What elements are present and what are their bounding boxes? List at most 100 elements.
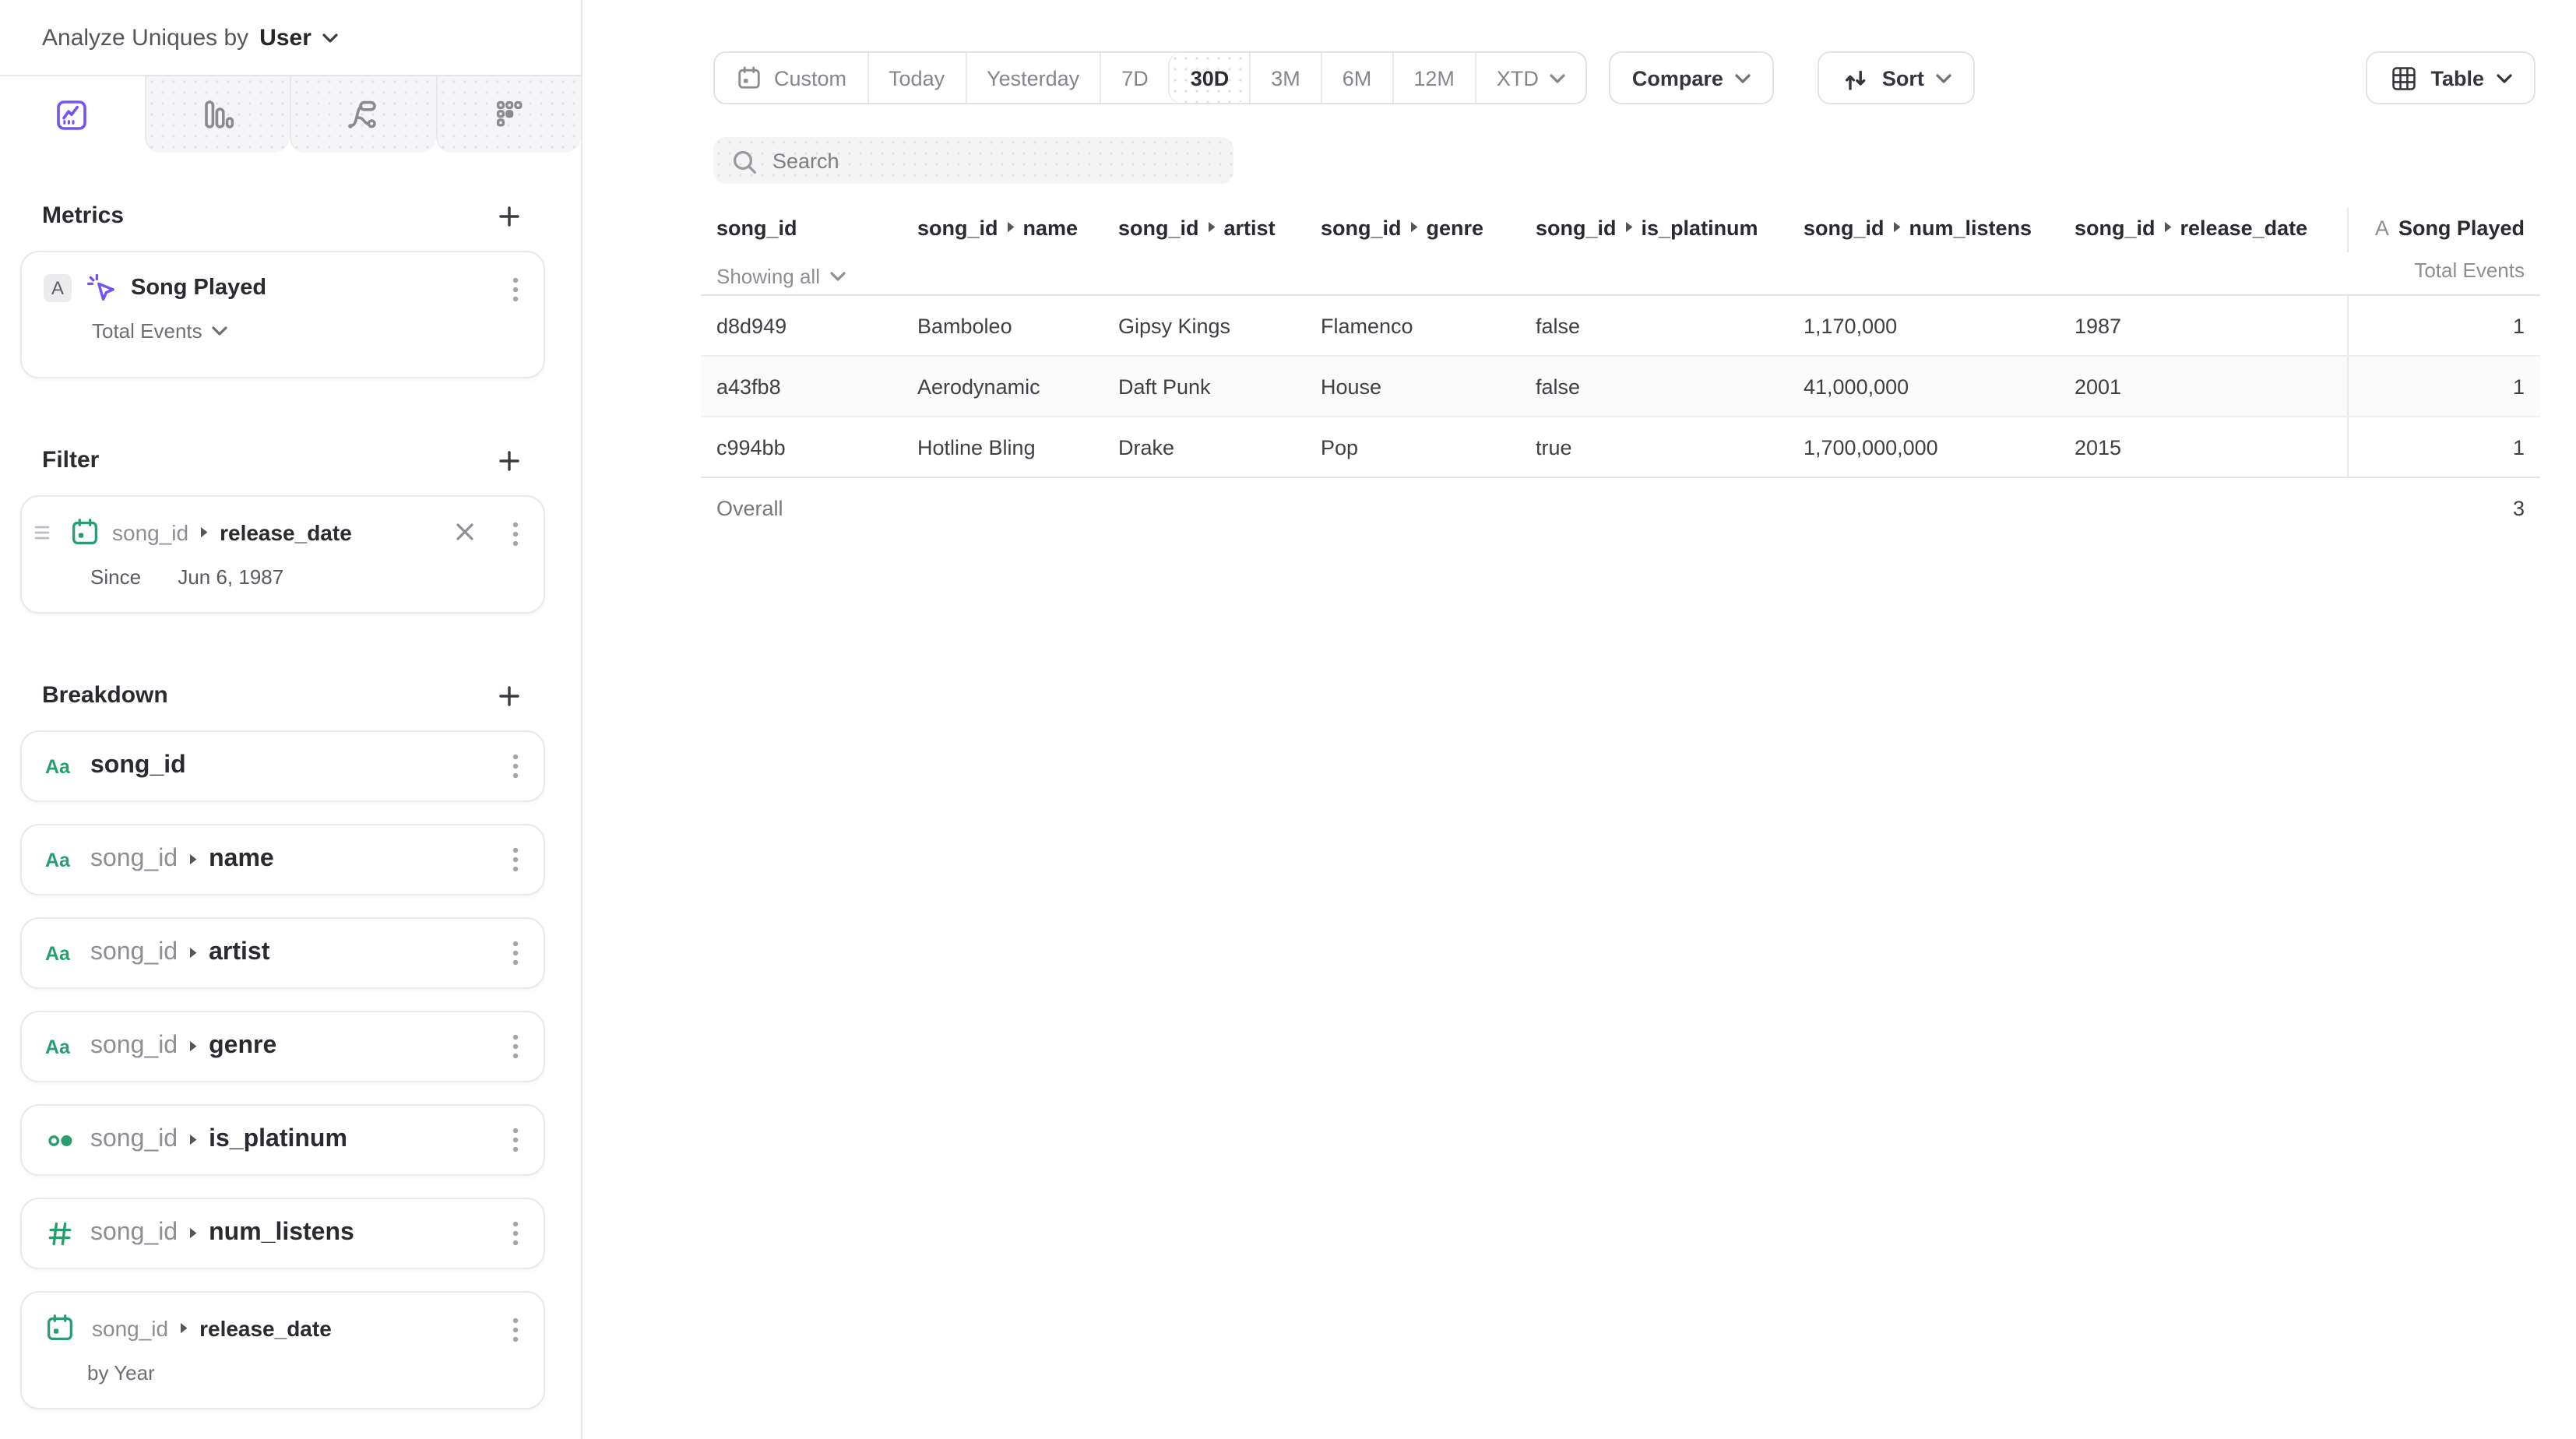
- table-grid-icon: [2388, 63, 2418, 93]
- breakdown-card-genre[interactable]: song_id genre: [20, 1011, 545, 1082]
- breakdown-kebab-menu[interactable]: [512, 1318, 519, 1342]
- chevron-down-icon[interactable]: [322, 32, 338, 43]
- breakdown-kebab-menu[interactable]: [512, 847, 519, 872]
- column-header-song-id[interactable]: song_id: [716, 207, 917, 252]
- table-row[interactable]: c994bb Hotline Bling Drake Pop true 1,70…: [701, 417, 2540, 478]
- cell-is-platinum: false: [1536, 357, 1804, 416]
- date-range-12m[interactable]: 12M: [1392, 53, 1475, 103]
- breakdown-card-artist[interactable]: song_id artist: [20, 917, 545, 989]
- chevron-down-icon: [212, 325, 227, 336]
- breakdown-card-name[interactable]: song_id name: [20, 824, 545, 895]
- chevron-right-icon: [179, 1321, 188, 1334]
- tab-funnels[interactable]: [144, 76, 290, 153]
- chevron-right-icon: [1207, 221, 1216, 234]
- date-range-label: 3M: [1271, 66, 1300, 90]
- add-breakdown-button[interactable]: [498, 684, 520, 706]
- chevron-down-icon: [829, 271, 845, 282]
- breakdown-card-song-id[interactable]: song_id: [20, 730, 545, 802]
- date-range-30d[interactable]: 30D: [1169, 53, 1250, 103]
- breakdown-property: artist: [209, 939, 269, 967]
- cell-song-id: c994bb: [716, 417, 917, 477]
- date-range-xtd[interactable]: XTD: [1475, 53, 1585, 103]
- breakdown-bucket-dropdown[interactable]: by Year: [87, 1361, 522, 1384]
- tab-retention[interactable]: [435, 76, 581, 153]
- insights-report-page: Analyze Uniques by User Metrics: [0, 0, 2576, 1439]
- breakdown-parent: song_id: [90, 1033, 178, 1061]
- sort-button[interactable]: Sort: [1818, 51, 1976, 104]
- column-label: release_date: [2180, 216, 2308, 240]
- filter-value[interactable]: Jun 6, 1987: [178, 565, 283, 589]
- breakdown-kebab-menu[interactable]: [512, 1128, 519, 1152]
- column-header-artist[interactable]: song_id artist: [1118, 207, 1321, 252]
- chevron-right-icon: [188, 1227, 198, 1240]
- column-label: is_platinum: [1642, 216, 1758, 240]
- column-parent: song_id: [1118, 216, 1199, 240]
- compare-button[interactable]: Compare: [1609, 51, 1775, 104]
- breakdown-card-release-date[interactable]: song_id release_date by Year: [20, 1291, 545, 1409]
- add-filter-button[interactable]: [498, 449, 520, 471]
- drag-handle-icon[interactable]: [34, 525, 50, 540]
- showing-all-dropdown[interactable]: Showing all: [716, 259, 917, 294]
- metric-badge: A: [44, 274, 72, 302]
- column-header-num-listens[interactable]: song_id num_listens: [1804, 207, 2075, 252]
- remove-filter-icon[interactable]: [455, 522, 475, 542]
- date-range-yesterday[interactable]: Yesterday: [965, 53, 1100, 103]
- date-range-segmented-control: Custom Today Yesterday 7D 30D 3M 6M 12M …: [713, 51, 1587, 104]
- text-property-icon: [44, 844, 75, 875]
- date-range-custom[interactable]: Custom: [715, 53, 867, 103]
- column-header-is-platinum[interactable]: song_id is_platinum: [1536, 207, 1804, 252]
- tab-insights[interactable]: [0, 76, 144, 153]
- breakdown-property: name: [209, 846, 274, 874]
- metric-kebab-menu[interactable]: [512, 277, 519, 302]
- table-row[interactable]: a43fb8 Aerodynamic Daft Punk House false…: [701, 357, 2540, 417]
- column-header-release-date[interactable]: song_id release_date: [2075, 207, 2349, 252]
- add-metric-button[interactable]: [498, 205, 520, 227]
- breakdown-card-num-listens[interactable]: song_id num_listens: [20, 1198, 545, 1269]
- date-range-label: Custom: [774, 66, 846, 90]
- date-range-6m[interactable]: 6M: [1321, 53, 1392, 103]
- analysis-entity-dropdown[interactable]: User: [259, 24, 311, 51]
- metrics-title: Metrics: [42, 202, 124, 229]
- column-label: name: [1023, 216, 1079, 240]
- column-label: artist: [1224, 216, 1276, 240]
- chart-type-button[interactable]: Table: [2365, 51, 2536, 104]
- cell-name: Bamboleo: [917, 296, 1118, 355]
- breakdown-card-is-platinum[interactable]: song_id is_platinum: [20, 1104, 545, 1176]
- breakdown-kebab-menu[interactable]: [512, 941, 519, 966]
- metric-aggregation-dropdown[interactable]: Total Events: [92, 319, 522, 343]
- filter-title: Filter: [42, 447, 99, 473]
- chevron-right-icon: [1409, 221, 1419, 234]
- date-range-7d[interactable]: 7D: [1100, 53, 1169, 103]
- column-parent: song_id: [1804, 216, 1884, 240]
- cell-metric-value: 1: [2349, 417, 2540, 477]
- breakdown-kebab-menu[interactable]: [512, 754, 519, 779]
- search-input[interactable]: [769, 147, 1218, 174]
- metric-aggregation-sublabel: Total Events: [2349, 259, 2540, 294]
- filter-kebab-menu[interactable]: [512, 522, 519, 547]
- chevron-right-icon: [1006, 221, 1015, 234]
- breakdown-property: release_date: [199, 1315, 332, 1340]
- breakdown-property: num_listens: [209, 1219, 354, 1247]
- results-table: song_id song_id name song_id artist song…: [701, 207, 2540, 539]
- tab-flows[interactable]: [290, 76, 435, 153]
- filter-card[interactable]: song_id release_date Since Jun 6, 1987: [20, 495, 545, 614]
- date-range-label: Yesterday: [987, 66, 1079, 90]
- date-range-today[interactable]: Today: [867, 53, 965, 103]
- breakdown-kebab-menu[interactable]: [512, 1221, 519, 1246]
- breakdown-kebab-menu[interactable]: [512, 1034, 519, 1059]
- chevron-down-icon: [1550, 72, 1565, 83]
- cell-artist: Daft Punk: [1118, 357, 1321, 416]
- breakdown-parent: song_id: [90, 1219, 178, 1247]
- filter-operator-dropdown[interactable]: Since: [90, 565, 141, 589]
- column-header-genre[interactable]: song_id genre: [1321, 207, 1536, 252]
- date-range-3m[interactable]: 3M: [1249, 53, 1321, 103]
- chevron-right-icon: [188, 1134, 198, 1146]
- metric-card[interactable]: A Song Played Total Events: [20, 251, 545, 378]
- breakdown-property: is_platinum: [209, 1126, 347, 1154]
- column-header-name[interactable]: song_id name: [917, 207, 1118, 252]
- column-header-metric[interactable]: A Song Played: [2349, 207, 2540, 252]
- chevron-right-icon: [188, 853, 198, 866]
- metric-series-badge: A: [2375, 216, 2389, 240]
- column-parent: song_id: [2075, 216, 2155, 240]
- table-row[interactable]: d8d949 Bamboleo Gipsy Kings Flamenco fal…: [701, 296, 2540, 357]
